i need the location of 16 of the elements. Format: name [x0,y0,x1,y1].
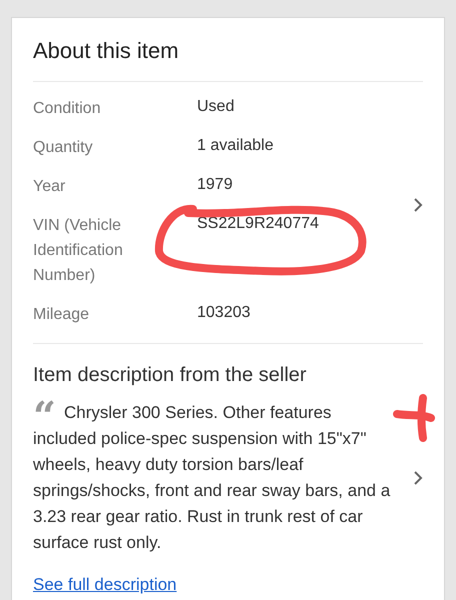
section-title: About this item [33,18,423,82]
chevron-right-icon[interactable] [413,470,423,486]
spec-label: Condition [33,99,102,119]
spec-value: 1979 [197,175,233,195]
section-title: Item description from the seller [33,363,308,388]
see-full-description-link[interactable]: See full description [33,572,177,598]
annotation-cross [393,394,435,442]
spec-label: Year [33,177,66,197]
spec-value: 1 available [197,136,274,156]
spec-value: SS22L9R240774 [197,214,319,234]
spec-value: Used [197,97,234,117]
spec-value: 103203 [197,303,250,323]
spec-label: VIN (Vehicle Identification Number) [33,216,124,286]
spec-label: Quantity [33,138,94,158]
spec-label: Mileage [33,305,90,325]
chevron-right-icon[interactable] [413,196,423,212]
